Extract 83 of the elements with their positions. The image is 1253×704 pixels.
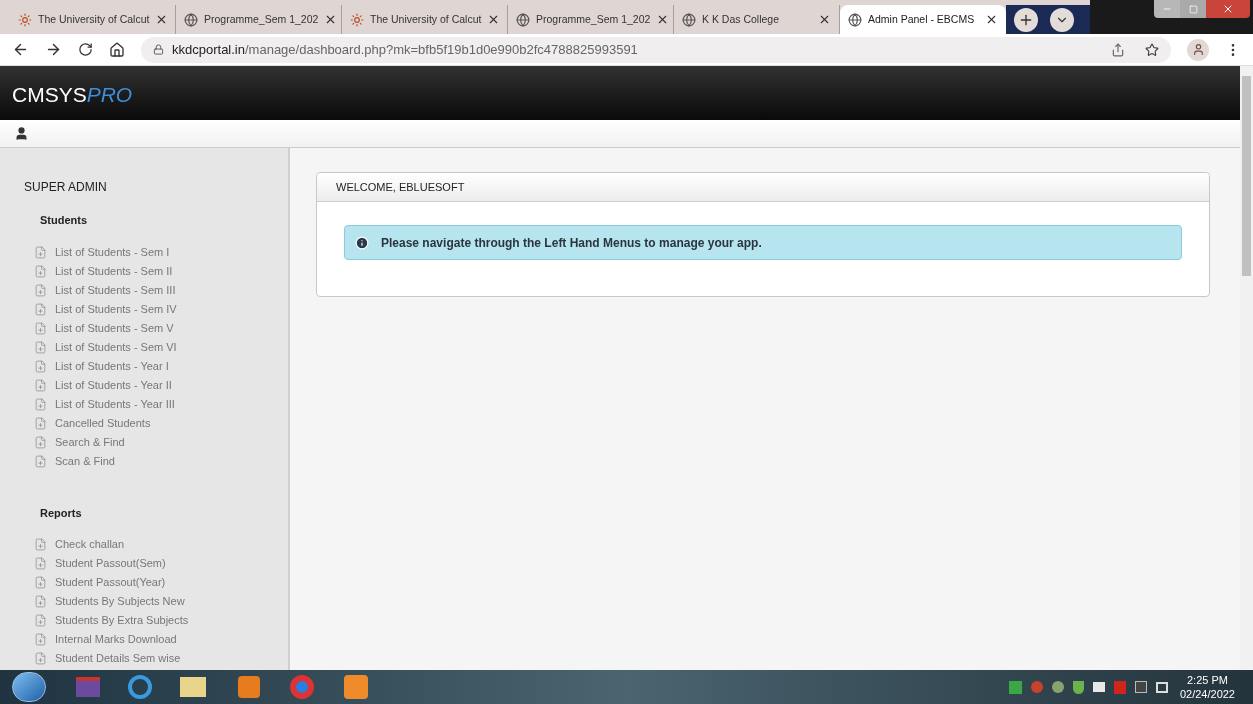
- alert-message: Please navigate through the Left Hand Menus to manage your app.: [381, 234, 762, 252]
- browser-tab[interactable]: Admin Panel - EBCMS: [840, 5, 1006, 34]
- brand-suffix: PRO: [86, 82, 133, 109]
- shield-tray-icon: [1072, 680, 1084, 694]
- forward-icon[interactable]: [45, 41, 62, 58]
- file-plus-icon: [34, 264, 47, 278]
- file-plus-icon: [34, 416, 47, 430]
- person-icon: [1191, 43, 1205, 56]
- back-icon[interactable]: [12, 41, 29, 58]
- sidebar-item[interactable]: Students By Extra Subjects: [34, 611, 288, 630]
- file-plus-icon: [34, 538, 47, 551]
- user-icon[interactable]: [14, 126, 29, 141]
- file-plus-icon: [34, 595, 47, 608]
- tab-search-button[interactable]: [1050, 7, 1074, 32]
- new-tab-button[interactable]: [1014, 7, 1038, 32]
- file-plus-icon: [34, 397, 47, 411]
- seal-icon: [350, 12, 364, 27]
- tab-title: The University of Calcut: [370, 11, 482, 27]
- sidebar-item[interactable]: Scan & Find: [34, 451, 288, 471]
- sidebar-item[interactable]: List of Students - Year III: [34, 394, 288, 414]
- sidebar-item[interactable]: Student Details Sem wise: [34, 649, 288, 668]
- sidebar-item[interactable]: List of Students - Sem I: [34, 242, 288, 262]
- close-icon[interactable]: [985, 13, 998, 26]
- tab-title: Programme_Sem 1_202: [204, 11, 319, 27]
- file-plus-icon: [34, 454, 47, 468]
- file-plus-icon: [34, 283, 47, 297]
- info-icon: [355, 235, 369, 250]
- sidebar-item[interactable]: List of Students - Sem IV: [34, 299, 288, 319]
- file-plus-icon: [34, 435, 47, 449]
- file-plus-icon: [34, 633, 47, 646]
- clock-date: 02/24/2022: [1179, 687, 1235, 701]
- file-plus-icon: [34, 359, 47, 373]
- tab-title: Programme_Sem 1_202: [536, 11, 651, 27]
- address-bar[interactable]: kkdcportal.in/manage/dashboard.php?mk=bfb5f19b1d0e990b2fc4788825993591: [141, 36, 1171, 63]
- sidebar-item[interactable]: Check challan: [34, 535, 288, 554]
- lock-icon: [153, 44, 164, 55]
- file-plus-icon: [34, 245, 47, 259]
- sidebar-item[interactable]: Student Passout(Sem): [34, 554, 288, 573]
- tab-title: The University of Calcut: [38, 11, 150, 27]
- home-icon[interactable]: [109, 41, 125, 58]
- sidebar-item[interactable]: Student Passout(Year): [34, 573, 288, 592]
- url-host: kkdcportal.in: [172, 40, 245, 59]
- file-plus-icon: [34, 652, 47, 665]
- file-plus-icon: [34, 614, 47, 627]
- sidebar-item[interactable]: Search & Find: [34, 432, 288, 452]
- sidebar-item[interactable]: List of Students - Year II: [34, 375, 288, 395]
- sidebar-item[interactable]: Internal Marks Download: [34, 630, 288, 649]
- sidebar-item[interactable]: List of Students - Sem VI: [34, 337, 288, 357]
- tab-title: K K Das College: [702, 11, 781, 27]
- close-icon: [1222, 3, 1234, 15]
- globe-icon: [848, 12, 862, 27]
- tab-title: Admin Panel - EBCMS: [868, 11, 976, 27]
- sidebar-heading: Reports: [40, 505, 83, 521]
- file-plus-icon: [34, 340, 47, 354]
- seal-icon: [18, 12, 32, 27]
- reload-icon[interactable]: [78, 42, 93, 57]
- share-icon[interactable]: [1111, 42, 1125, 57]
- bookmark-star-icon[interactable]: [1145, 42, 1159, 57]
- url-path: /manage/dashboard.php?mk=bfb5f19b1d0e990b2fc4788825993591: [245, 40, 638, 59]
- sidebar-item[interactable]: List of Students - Sem II: [34, 261, 288, 281]
- globe-icon: [184, 12, 198, 27]
- globe-icon: [516, 12, 530, 27]
- brand-name: CMSYS: [12, 82, 87, 109]
- card-title: WELCOME, EBLUESOFT: [336, 179, 465, 195]
- sidebar-title: SUPER ADMIN: [24, 179, 108, 196]
- file-plus-icon: [34, 557, 47, 570]
- sidebar-item[interactable]: Cancelled Students: [34, 413, 288, 433]
- close-icon[interactable]: [818, 13, 831, 26]
- restore-icon: [1188, 4, 1198, 14]
- file-plus-icon: [34, 321, 47, 335]
- globe-icon: [682, 12, 696, 27]
- file-plus-icon: [34, 576, 47, 589]
- file-plus-icon: [34, 378, 47, 392]
- profile-avatar[interactable]: [1187, 38, 1209, 61]
- file-plus-icon: [34, 302, 47, 316]
- sidebar-item[interactable]: List of Students - Year I: [34, 356, 288, 376]
- start-button[interactable]: [12, 672, 46, 702]
- tray-box-icon: [1134, 681, 1147, 693]
- sidebar-item[interactable]: Students By Subjects New: [34, 592, 288, 611]
- sidebar-item[interactable]: List of Students - Sem V: [34, 318, 288, 338]
- sidebar-item[interactable]: List of Students - Sem III: [34, 280, 288, 300]
- sidebar-heading: Students: [40, 213, 89, 228]
- clock-time: 2:25 PM: [1187, 673, 1228, 687]
